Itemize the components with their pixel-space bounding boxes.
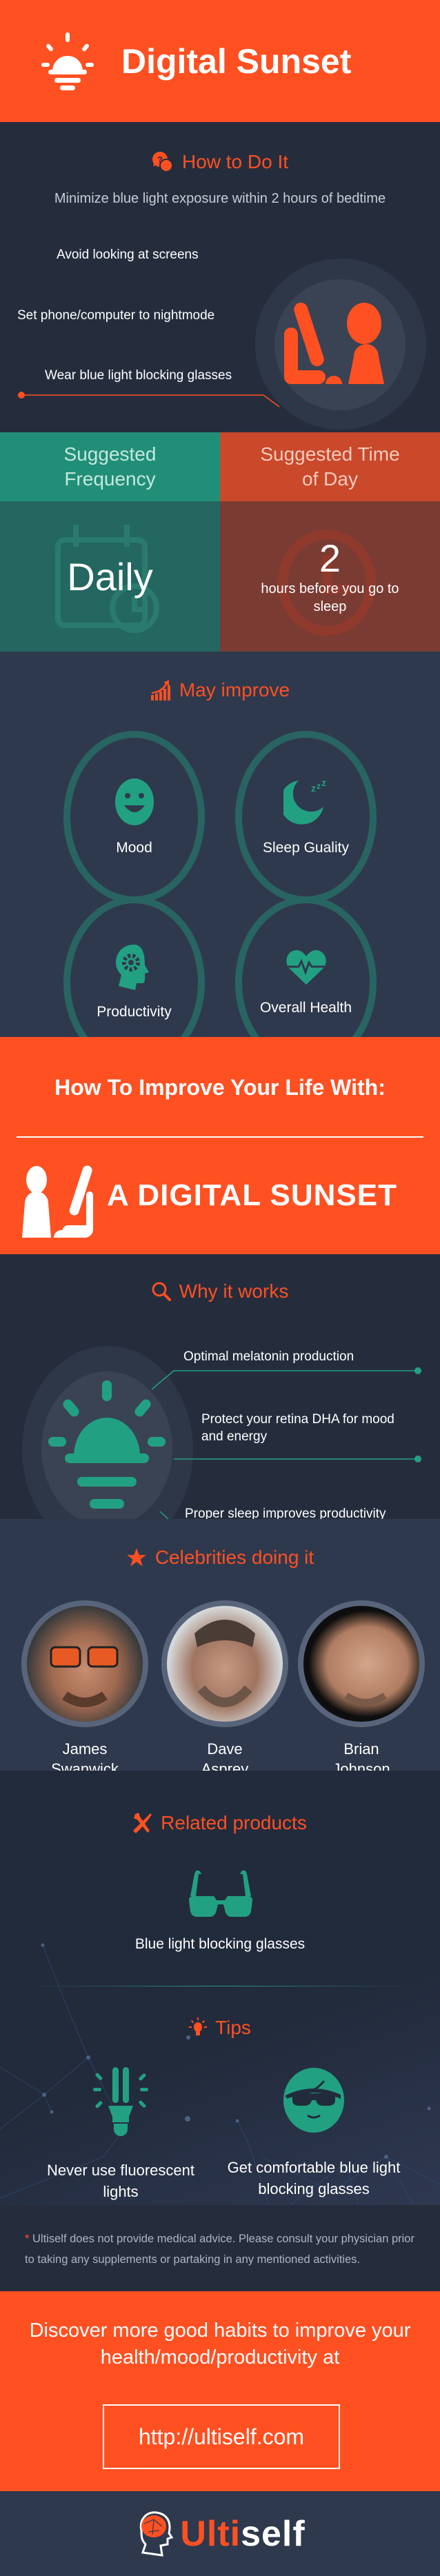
footer: Ultiself xyxy=(0,2491,440,2576)
smiley-icon xyxy=(114,778,154,825)
ultiself-logo[interactable]: Ultiself xyxy=(180,2513,305,2555)
svg-text:z: z xyxy=(321,778,326,788)
page-title: Digital Sunset xyxy=(121,41,352,81)
tips-heading: Tips xyxy=(0,2017,440,2039)
svg-text:z: z xyxy=(311,783,316,794)
glasses-icon xyxy=(189,1870,252,1917)
brain-head-icon xyxy=(140,2510,174,2557)
star-icon xyxy=(127,1548,146,1567)
cfl-bulb-icon xyxy=(93,2067,148,2136)
celebrity-photo xyxy=(161,1600,288,1727)
benefit-mood: Mood xyxy=(63,731,205,903)
divider xyxy=(17,1136,423,1138)
time-detail: hours before you go to sleep xyxy=(261,581,399,614)
how-to-item: Set phone/computer to nightmode xyxy=(17,308,215,323)
sunglasses-icon xyxy=(50,1646,119,1707)
celebrity-last-name: Asprey xyxy=(201,1760,249,1771)
frequency-value-cell: Daily xyxy=(0,501,220,652)
frequency-value: Daily xyxy=(67,554,153,598)
person-computer-icon xyxy=(22,1165,93,1238)
time-of-day-label: Suggested Time of Day xyxy=(220,432,440,501)
improve-subheading: A DIGITAL SUNSET xyxy=(107,1178,397,1212)
head-gear-icon xyxy=(115,945,149,990)
disclaimer-mark: * xyxy=(25,2233,30,2245)
product-item: Blue light blocking glasses xyxy=(134,1936,306,1952)
celebrity-first-name: James xyxy=(62,1740,108,1758)
products-tips-section: Related products Blue light blocking gla… xyxy=(0,1771,440,2205)
why-item: Proper sleep improves productivity xyxy=(185,1507,386,1519)
frequency-label: Suggested Frequency xyxy=(0,432,220,501)
benefit-productivity: Productivity xyxy=(63,896,205,1037)
disclaimer-text: Ultiself does not provide medical advice… xyxy=(25,2233,414,2266)
disclaimer: * Ultiself does not provide medical advi… xyxy=(0,2205,440,2291)
sunset-icon xyxy=(41,32,94,90)
person-computer-icon xyxy=(284,302,384,384)
discover-text: Discover more good habits to improve you… xyxy=(29,2320,411,2369)
benefit-overall-health: Overall Health xyxy=(235,896,377,1037)
time-value: 2 xyxy=(319,536,341,581)
celebrity-first-name: Dave xyxy=(207,1740,243,1758)
why-section: Why it works Optimal melatonin productio… xyxy=(0,1254,440,1519)
tip-text: Never use fluorescent lights xyxy=(47,2162,194,2200)
tip-text: Get comfortable blue light blocking glas… xyxy=(227,2159,401,2197)
header: Digital Sunset xyxy=(0,0,440,122)
celebrity-photo xyxy=(21,1600,148,1727)
why-item: Protect your retina DHA for mood and ene… xyxy=(201,1412,394,1444)
face-glasses-icon xyxy=(283,2068,344,2133)
growth-chart-icon xyxy=(150,680,170,701)
lightbulb-icon xyxy=(189,2017,208,2035)
celebrity-last-name: Johnson xyxy=(332,1760,390,1771)
connector-lines xyxy=(151,1367,421,1519)
may-improve-heading: May improve xyxy=(0,679,440,701)
discover-banner: Discover more good habits to improve you… xyxy=(0,2291,440,2491)
heart-pulse-icon xyxy=(286,950,326,985)
tools-icon xyxy=(133,1813,152,1833)
celebrity-card: Brian Johnson xyxy=(298,1600,425,1771)
celebrities-section: Celebrities doing it James Swanwick Dave A… xyxy=(0,1519,440,1771)
benefit-sleep: z z z Sleep Guality xyxy=(235,731,377,903)
how-to-section: ? How to Do It Minimize blue light expos… xyxy=(0,122,440,432)
celebrities-heading: Celebrities doing it xyxy=(0,1547,440,1569)
svg-text:z: z xyxy=(317,781,321,791)
celebrity-card: Dave Asprey xyxy=(161,1600,288,1771)
frequency-section: Suggested Frequency Suggested Time of Da… xyxy=(0,432,440,652)
celebrity-card: James Swanwick xyxy=(21,1600,148,1771)
celebrity-photo xyxy=(298,1600,425,1727)
time-value-cell: 2 hours before you go to sleep xyxy=(220,501,440,652)
face-placeholder xyxy=(344,1692,387,1706)
how-to-item: Wear blue light blocking glasses xyxy=(45,368,232,383)
products-heading: Related products xyxy=(0,1812,440,1834)
improve-banner: How To Improve Your Life With: A DIGITAL… xyxy=(0,1037,440,1254)
improve-heading: How To Improve Your Life With: xyxy=(54,1075,386,1100)
tip-item: Never use fluorescent lights xyxy=(31,2067,210,2203)
why-item: Optimal melatonin production xyxy=(183,1349,354,1364)
moon-sleep-icon: z z z xyxy=(283,778,326,825)
celebrity-last-name: Swanwick xyxy=(51,1760,119,1771)
face-placeholder xyxy=(194,1620,255,1707)
celebrity-first-name: Brian xyxy=(343,1740,379,1758)
may-improve-section: May improve Mood z z z Sleep Guality Pro… xyxy=(0,652,440,1037)
tip-item: Get comfortable blue light blocking glas… xyxy=(224,2067,403,2200)
how-to-item: Avoid looking at screens xyxy=(57,248,199,262)
website-link[interactable]: http://ultiself.com xyxy=(103,2404,340,2469)
